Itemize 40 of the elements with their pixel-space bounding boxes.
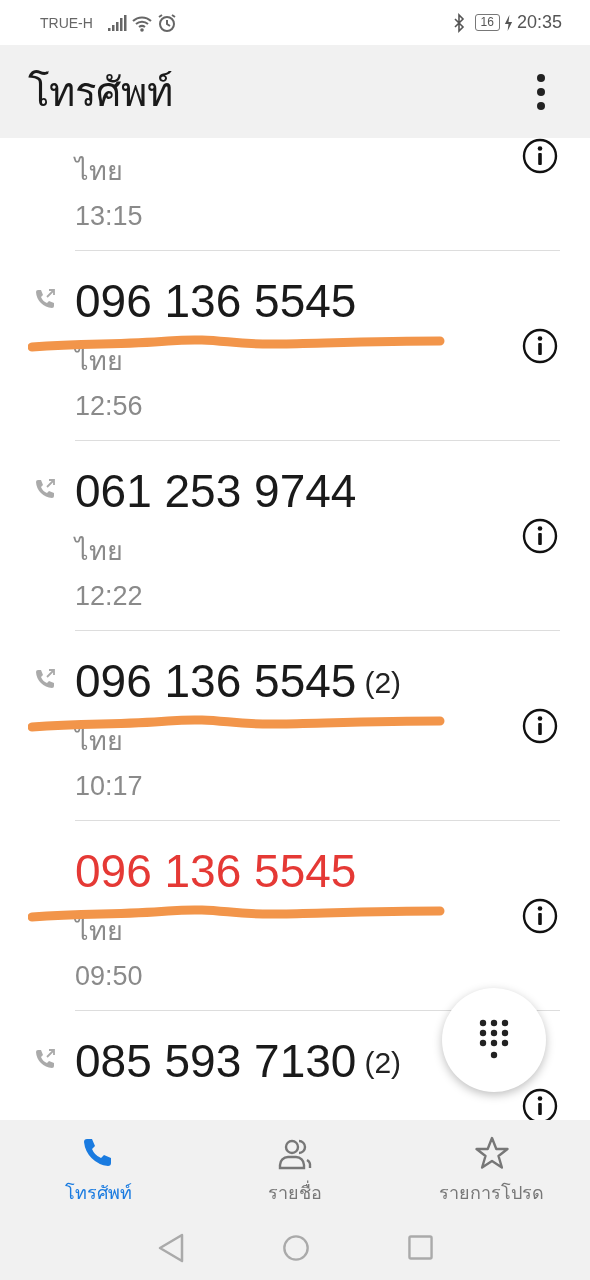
info-icon[interactable]: [522, 898, 558, 934]
bluetooth-icon: [452, 12, 465, 33]
call-log-item[interactable]: ไทย 13:15: [0, 138, 590, 251]
alarm-icon: [156, 12, 177, 33]
info-icon[interactable]: [522, 518, 558, 554]
outgoing-call-icon: [33, 1047, 57, 1071]
call-time: 13:15: [75, 200, 144, 233]
outgoing-call-icon: [33, 667, 57, 691]
menu-icon[interactable]: [536, 71, 546, 112]
outgoing-call-icon: [33, 287, 57, 311]
carrier-name: TRUE-H: [40, 14, 93, 31]
call-count: (2): [364, 1046, 402, 1080]
info-icon[interactable]: [522, 138, 558, 174]
clock-time: 20:35: [516, 12, 562, 33]
phone-number: 085 593 7130: [75, 1035, 357, 1087]
call-time: 12:22: [75, 580, 144, 613]
info-icon[interactable]: [522, 708, 558, 744]
app-title: โทรศัพท์: [28, 68, 173, 116]
info-icon[interactable]: [522, 328, 558, 364]
call-time: 10:17: [75, 770, 144, 803]
phone-number: 096 136 5545: [75, 275, 357, 327]
phone-number: 096 136 5545: [75, 845, 357, 897]
phone-number: 096 136 5545: [75, 655, 357, 707]
tab[interactable]: รายการโปรด: [393, 1120, 590, 1215]
signal-icon: [106, 12, 127, 33]
phone-number: 061 253 9744: [75, 465, 357, 517]
battery-icon: 16: [474, 14, 500, 31]
call-location: ไทย: [75, 155, 124, 188]
call-count: (2): [364, 666, 402, 700]
tab[interactable]: รายชื่อ: [196, 1120, 394, 1215]
call-log-item[interactable]: 061 253 9744 ไทย 12:22: [0, 441, 590, 631]
dialpad-button[interactable]: [442, 988, 546, 1092]
star-icon: [473, 1136, 510, 1172]
tab[interactable]: โทรศัพท์: [0, 1120, 197, 1215]
call-time: 09:50: [75, 960, 144, 993]
info-icon[interactable]: [522, 1088, 558, 1120]
outgoing-call-icon: [33, 477, 57, 501]
call-time: 12:56: [75, 390, 144, 423]
call-location: ไทย: [75, 535, 124, 568]
dialpad-icon: [479, 1019, 509, 1061]
